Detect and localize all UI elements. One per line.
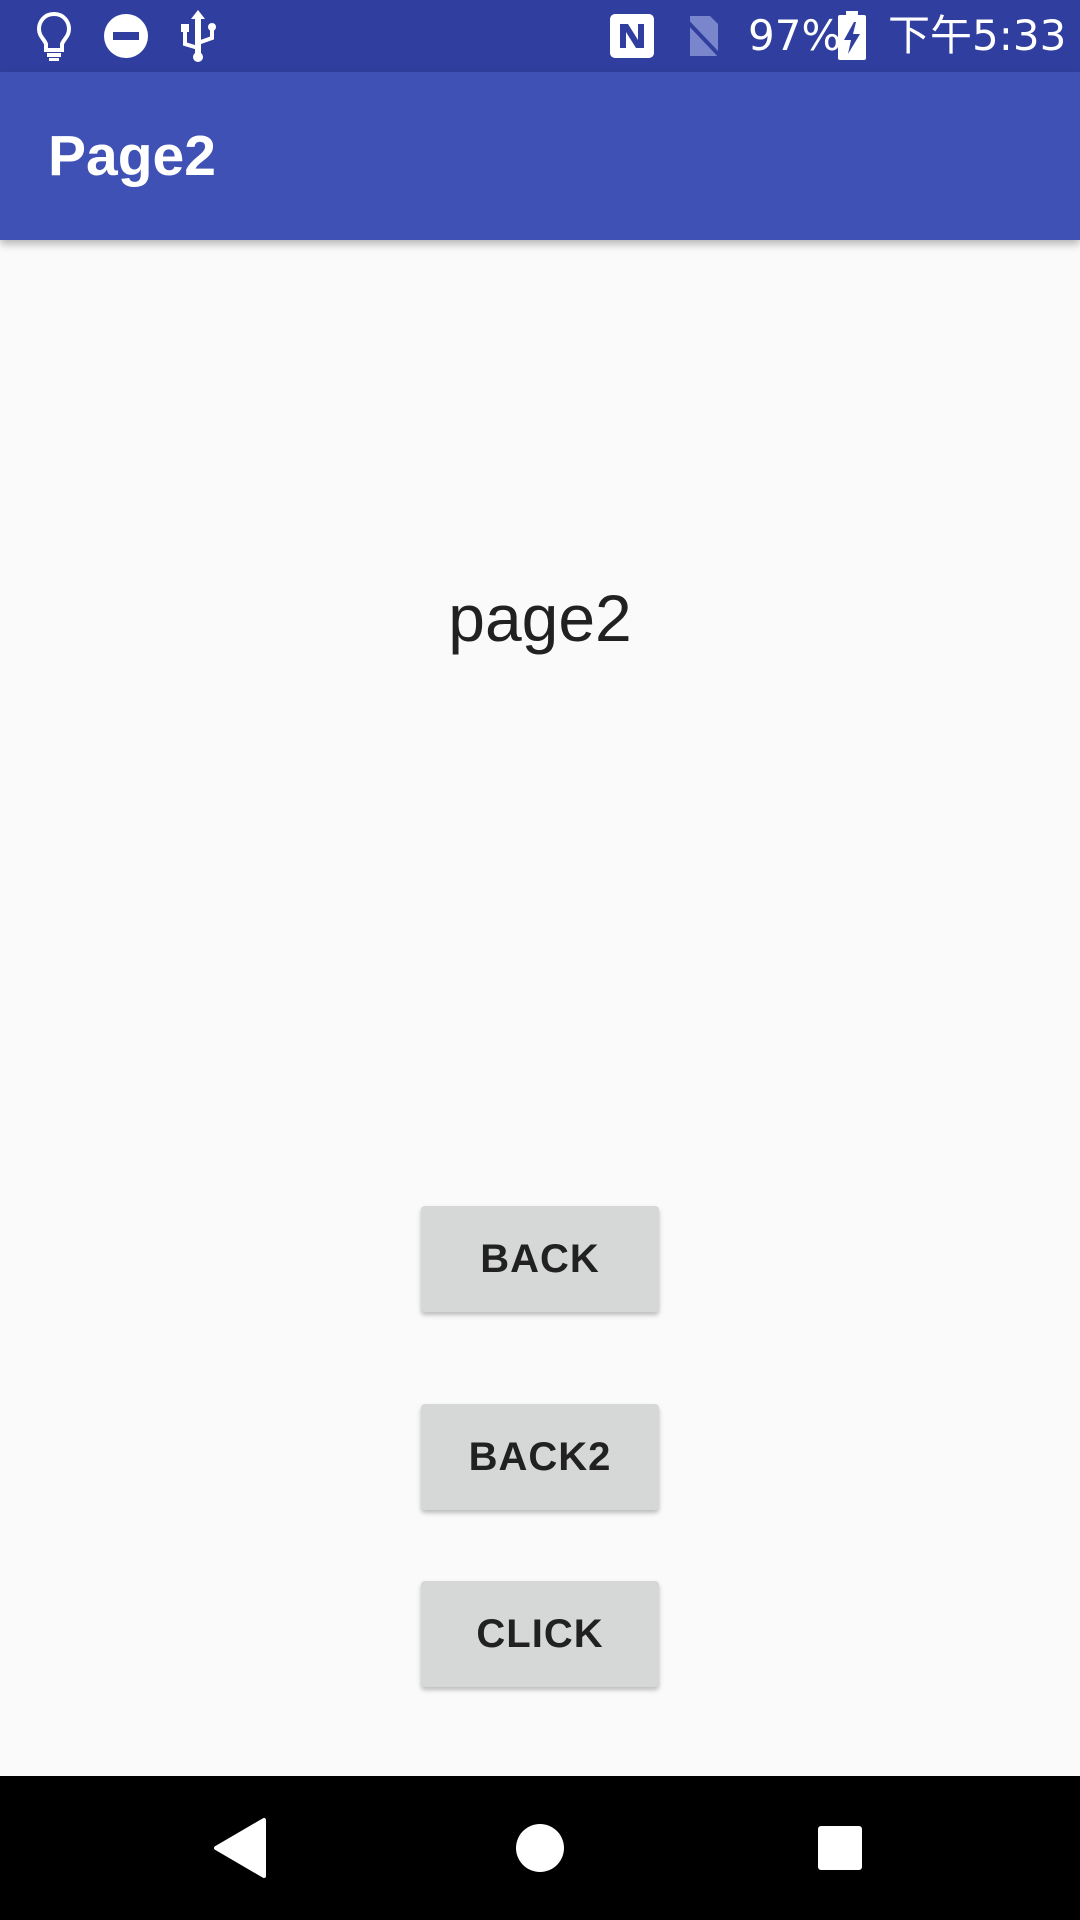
back2-button[interactable]: BACK2 — [421, 1404, 659, 1510]
home-circle-icon[interactable] — [490, 1798, 590, 1898]
status-bar: 97% 下午5:33 — [0, 0, 1080, 72]
app-bar-title: Page2 — [48, 124, 216, 188]
battery-charging-icon — [836, 10, 868, 62]
do-not-disturb-icon — [103, 10, 149, 62]
battery-percent: 97% — [748, 11, 842, 60]
back-button[interactable]: BACK — [421, 1206, 659, 1312]
back-triangle-icon[interactable] — [190, 1798, 290, 1898]
no-sim-icon — [680, 10, 724, 62]
click-button[interactable]: CLICK — [421, 1581, 659, 1687]
app-bar: Page2 — [0, 72, 1080, 240]
status-time: 下午5:33 — [888, 11, 1067, 60]
lightbulb-icon — [34, 10, 74, 62]
page-label: page2 — [448, 581, 632, 655]
recents-square-icon[interactable] — [790, 1798, 890, 1898]
nfc-icon — [608, 10, 656, 62]
navigation-bar — [0, 1776, 1080, 1920]
usb-icon — [176, 10, 220, 62]
